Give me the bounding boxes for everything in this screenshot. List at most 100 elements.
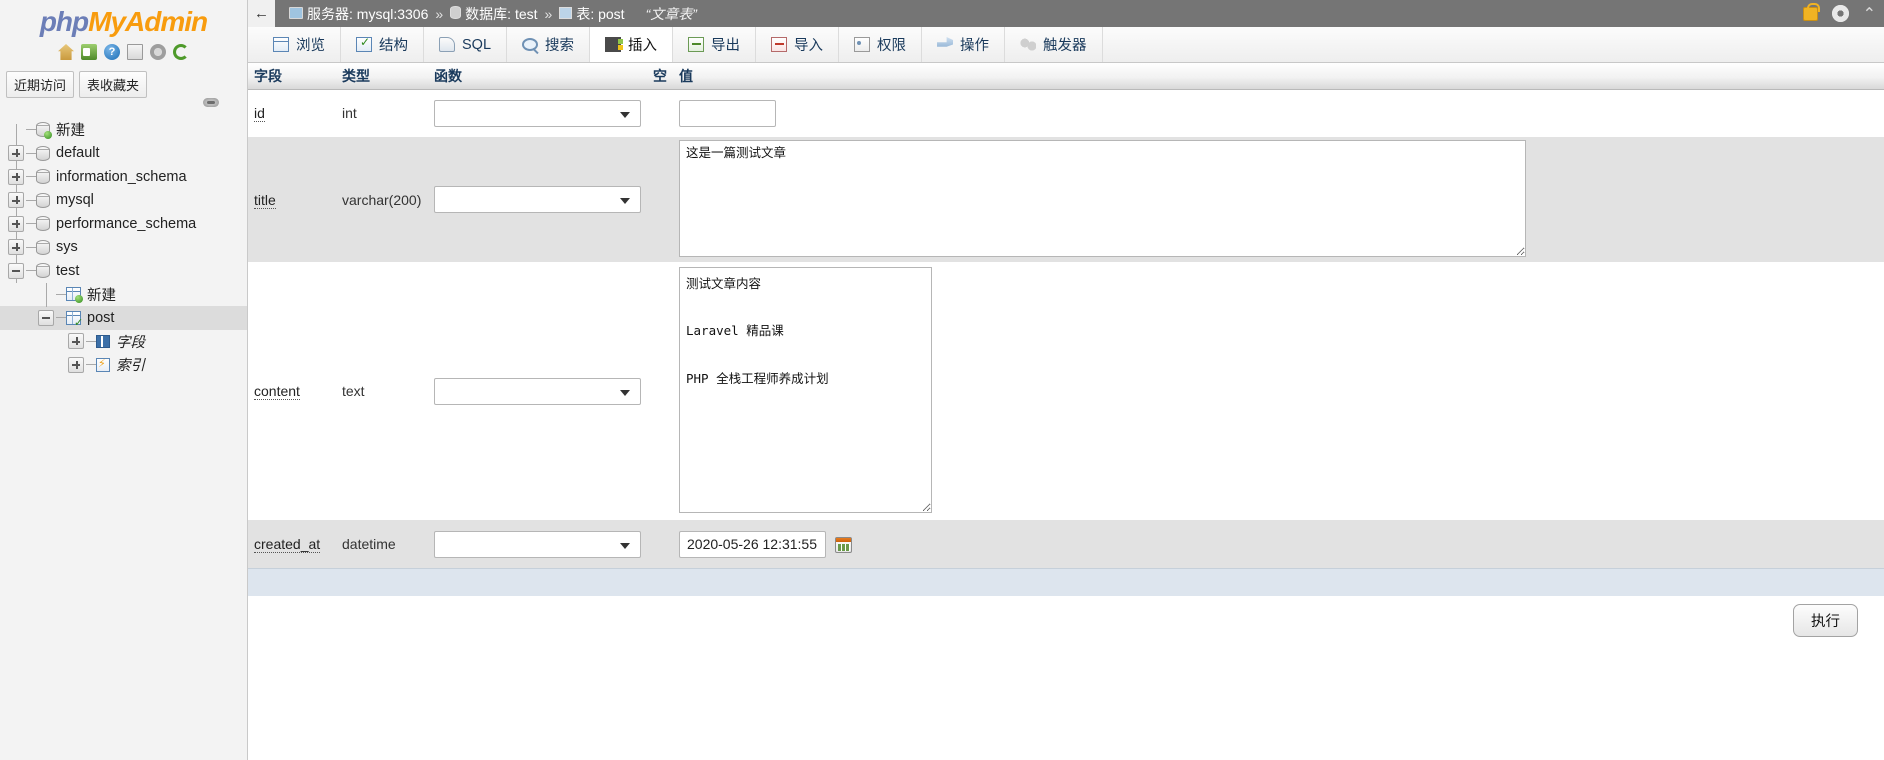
cell-function	[428, 262, 647, 520]
breadcrumb-server[interactable]: 服务器: mysql:3306	[289, 4, 428, 24]
sql-icon	[439, 37, 455, 52]
expand-icon[interactable]	[68, 356, 84, 373]
new-database-icon	[36, 122, 52, 140]
expand-icon[interactable]	[8, 239, 24, 256]
function-select-title[interactable]	[434, 186, 641, 213]
tree-node-post[interactable]: ✓ post	[0, 306, 247, 330]
lock-icon[interactable]	[1802, 2, 1820, 21]
tree-node-label: 新建	[56, 123, 85, 140]
help-icon[interactable]: ?	[104, 44, 120, 60]
back-button[interactable]: ←	[248, 0, 275, 27]
tab-bar: 浏览 结构 SQL 搜索 插入 导出 导入 权限 操作 触发器	[248, 27, 1884, 63]
function-select-wrapper	[434, 377, 641, 405]
cell-null	[647, 89, 673, 137]
tree-node-新建[interactable]: 新建	[0, 283, 247, 307]
cell-null	[647, 137, 673, 262]
tab-operations[interactable]: 操作	[922, 27, 1006, 62]
tree-node-label: 新建	[87, 287, 116, 304]
tab-label: 操作	[960, 38, 990, 54]
tree-node-mysql[interactable]: mysql	[0, 189, 247, 213]
value-textarea-content[interactable]	[679, 266, 932, 513]
tree-connector	[26, 176, 36, 178]
calendar-icon[interactable]	[835, 537, 852, 554]
execute-button[interactable]: 执行	[1793, 603, 1858, 637]
tree-node-test[interactable]: test	[0, 259, 247, 283]
tab-insert[interactable]: 插入	[590, 27, 674, 62]
tab-label: 搜索	[545, 38, 575, 54]
field-name-link[interactable]: created_at	[254, 536, 321, 553]
tab-import[interactable]: 导入	[756, 27, 840, 62]
database-icon	[36, 145, 50, 161]
cell-value	[673, 89, 1884, 137]
tab-export[interactable]: 导出	[673, 27, 757, 62]
gear-icon[interactable]	[1831, 5, 1849, 22]
phpmyadmin-logo[interactable]: phpMyAdmin	[0, 0, 247, 38]
tree-node-label: 字段	[116, 334, 145, 351]
tree-node-default[interactable]: default	[0, 142, 247, 166]
field-name-link[interactable]: id	[254, 105, 265, 123]
tree-connector	[26, 223, 36, 225]
collapse-icon[interactable]	[8, 262, 24, 279]
field-name-link[interactable]: title	[254, 191, 276, 209]
logo-php: php	[39, 6, 89, 37]
settings-gear-icon[interactable]	[150, 44, 166, 60]
collapse-chevron-icon[interactable]: ⌃	[1863, 4, 1876, 24]
tab-sql[interactable]: SQL	[424, 27, 508, 62]
value-input-created_at[interactable]	[679, 530, 826, 558]
breadcrumb-separator-2: »	[544, 5, 553, 22]
expand-icon[interactable]	[8, 168, 24, 185]
expand-icon[interactable]	[8, 192, 24, 209]
tab-label: SQL	[462, 36, 492, 53]
function-select-id[interactable]	[434, 99, 641, 127]
tab-browse[interactable]: 浏览	[258, 27, 341, 62]
database-icon	[36, 263, 50, 279]
tab-favorites[interactable]: 表收藏夹	[79, 71, 148, 98]
tab-label: 导入	[794, 38, 824, 54]
cell-field: title	[248, 137, 336, 262]
tree-node-performance_schema[interactable]: performance_schema	[0, 212, 247, 236]
tree-node-label: 索引	[116, 358, 145, 375]
database-icon	[36, 239, 50, 255]
breadcrumb-server-label: 服务器: mysql:3306	[307, 5, 429, 22]
expand-icon[interactable]	[68, 333, 84, 350]
field-name-link[interactable]: content	[254, 383, 300, 400]
function-select-wrapper	[434, 186, 641, 213]
tab-recent[interactable]: 近期访问	[6, 71, 75, 98]
home-icon[interactable]	[58, 44, 74, 60]
expand-icon[interactable]	[8, 145, 24, 162]
value-textarea-title[interactable]	[679, 139, 1526, 257]
collapse-icon[interactable]	[38, 309, 54, 326]
doc-icon[interactable]	[127, 44, 143, 60]
sidebar-collapse-handle[interactable]	[203, 98, 219, 107]
refresh-icon[interactable]	[173, 44, 189, 60]
breadcrumb-table[interactable]: 表: post	[559, 4, 625, 24]
expand-icon[interactable]	[8, 215, 24, 232]
tree-node-新建[interactable]: 新建	[0, 118, 247, 142]
tab-privileges[interactable]: 权限	[839, 27, 923, 62]
tree-connector	[86, 340, 96, 342]
cell-type: int	[336, 89, 428, 137]
value-input-id[interactable]	[679, 99, 776, 127]
insert-table-head: 字段 类型 函数 空 值	[248, 63, 1884, 90]
function-select-wrapper	[434, 99, 641, 127]
tab-structure[interactable]: 结构	[341, 27, 424, 62]
tree-node-字段[interactable]: 字段	[0, 330, 247, 354]
tree-node-sys[interactable]: sys	[0, 236, 247, 260]
function-select-created_at[interactable]	[434, 530, 641, 558]
function-select-content[interactable]	[434, 377, 641, 405]
breadcrumb-table-label: 表: post	[576, 5, 625, 22]
breadcrumb-database[interactable]: 数据库: test	[450, 4, 538, 24]
privileges-icon	[854, 37, 871, 52]
insert-table-header-row: 字段 类型 函数 空 值	[248, 63, 1884, 90]
tree-node-information_schema[interactable]: information_schema	[0, 165, 247, 189]
form-footer-band	[248, 568, 1884, 596]
tab-label: 结构	[379, 38, 408, 54]
tree-node-索引[interactable]: 索引	[0, 353, 247, 377]
database-icon	[450, 5, 462, 19]
tab-triggers[interactable]: 触发器	[1005, 27, 1103, 62]
tree-node-label: performance_schema	[56, 215, 197, 232]
tree-connector	[26, 199, 36, 201]
logout-icon[interactable]	[81, 44, 97, 60]
cell-type: datetime	[336, 520, 428, 568]
tab-search[interactable]: 搜索	[507, 27, 591, 62]
